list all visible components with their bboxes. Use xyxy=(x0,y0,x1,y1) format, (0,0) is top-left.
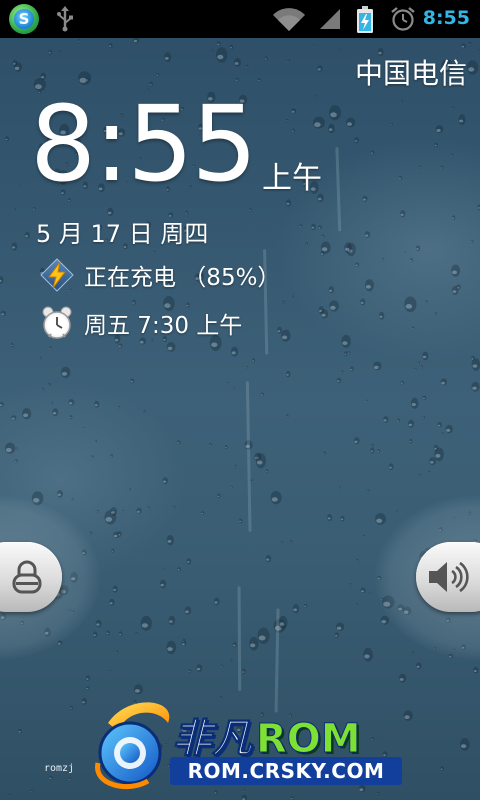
signal-icon xyxy=(320,9,340,29)
watermark-brand: 非凡 ROM xyxy=(172,706,362,764)
charging-status: 正在充电 （85%） xyxy=(40,257,280,293)
app-notification-icon[interactable]: S xyxy=(9,4,39,34)
watermark-tag: romzj xyxy=(44,763,75,774)
watermark-brand-en: ROM xyxy=(256,716,362,763)
charging-text: 正在充电 （85%） xyxy=(84,265,281,291)
crsky-logo-icon xyxy=(95,702,170,790)
lock-screen: S 8:55 中国电信 8:55 上午 5 月 17 日 周四 正在充电 （85… xyxy=(0,0,480,800)
watermark-url: ROM.CRSKY.COM xyxy=(170,757,402,785)
usb-icon xyxy=(57,6,73,32)
status-bar: S 8:55 xyxy=(0,0,480,38)
speaker-icon xyxy=(429,561,469,593)
next-alarm: 周五 7:30 上午 xyxy=(40,305,242,341)
wifi-icon xyxy=(273,8,305,31)
alarm-icon xyxy=(391,7,415,31)
alarm-text: 周五 7:30 上午 xyxy=(84,313,243,339)
battery-charging-icon xyxy=(357,6,373,33)
clock-ampm: 上午 xyxy=(262,161,322,196)
lock-date: 5 月 17 日 周四 xyxy=(36,220,209,248)
status-bar-time: 8:55 xyxy=(422,7,470,29)
lock-icon xyxy=(12,560,42,594)
lock-clock: 8:55 xyxy=(30,83,258,205)
carrier-label: 中国电信 xyxy=(354,57,467,90)
sound-toggle-handle[interactable] xyxy=(416,542,480,612)
lightning-bolt-icon xyxy=(40,258,74,292)
alarm-clock-icon xyxy=(42,306,72,339)
watermark-brand-cn: 非凡 xyxy=(172,716,253,763)
